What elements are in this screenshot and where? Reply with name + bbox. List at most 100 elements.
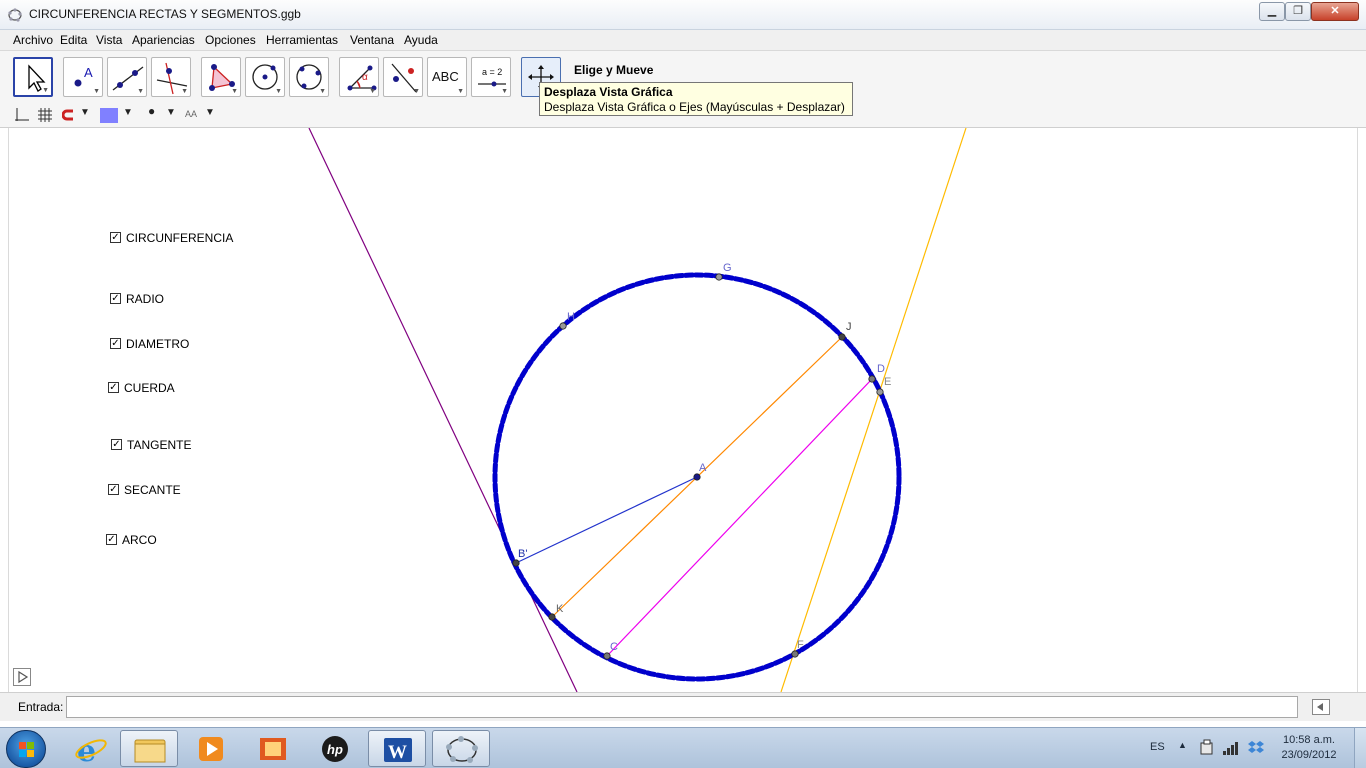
start-button[interactable] [6,730,46,768]
checkbox-box[interactable]: ✓ [108,484,119,495]
circle-tool-button[interactable]: ▼ [245,57,285,97]
graphics-view[interactable]: A B' C D E F G H J K ✓ CIRCUNFERENCIA ✓ RADIO ✓ DIAM… [8,128,1358,692]
checkbox-box[interactable]: ✓ [110,338,121,349]
menu-herramientas[interactable]: Herramientas [266,33,338,47]
title-bar: CIRCUNFERENCIA RECTAS Y SEGMENTOS.ggb ▁ … [0,0,1366,30]
tool-help: Elige y Mueve [574,63,653,77]
text-tool-button[interactable]: ABC ▼ [427,57,467,97]
close-button[interactable]: ✕ [1311,2,1359,21]
chord-segment[interactable] [606,378,873,657]
radius-segment[interactable] [515,476,698,564]
slider-tool-button[interactable]: a = 2 ▼ [471,57,511,97]
show-desktop-button[interactable] [1354,728,1366,768]
taskbar-internet-explorer[interactable]: e [62,730,120,768]
tangent-line[interactable] [308,128,578,692]
animation-play-button[interactable] [13,668,31,686]
point-label-d: D [877,363,885,375]
menu-ventana[interactable]: Ventana [350,33,394,47]
point-label-j: J [846,321,852,333]
magnet-snap-icon[interactable] [62,108,76,122]
input-label: Entrada: [18,700,64,714]
menu-ayuda[interactable]: Ayuda [404,33,438,47]
chevron-down-icon[interactable]: ▼ [123,107,133,118]
angle-tool-button[interactable]: α ▼ [339,57,379,97]
point-d[interactable] [868,375,876,383]
menu-opciones[interactable]: Opciones [205,33,256,47]
checkbox-box[interactable]: ✓ [106,534,117,545]
reflect-tool-button[interactable]: ▼ [383,57,423,97]
media-player-icon [199,737,223,761]
tool-tooltip: Desplaza Vista Gráfica Desplaza Vista Gr… [539,82,853,116]
maximize-button[interactable]: ❐ [1285,2,1311,21]
taskbar-app-orange[interactable] [244,730,302,767]
tooltip-title: Desplaza Vista Gráfica [544,85,673,99]
play-icon [18,670,29,684]
input-help-button[interactable] [1312,699,1330,715]
menu-archivo[interactable]: Archivo [13,33,53,47]
point-label-e: E [884,376,891,388]
perpendicular-tool-button[interactable]: ▼ [151,57,191,97]
chevron-down-icon[interactable]: ▼ [205,107,215,118]
move-tool-button[interactable]: ▼ [13,57,53,97]
polygon-tool-button[interactable]: ▼ [201,57,241,97]
menu-bar: Archivo Edita Vista Apariencias Opciones… [0,30,1366,51]
window-title: CIRCUNFERENCIA RECTAS Y SEGMENTOS.ggb [29,7,301,21]
point-a[interactable] [693,473,701,481]
taskbar-word[interactable]: W [368,730,426,767]
grid-toggle-icon[interactable] [37,107,53,123]
checkbox-box[interactable]: ✓ [110,293,121,304]
point-k[interactable] [548,613,556,621]
point-j[interactable] [838,333,846,341]
tooltip-text: Desplaza Vista Gráfica o Ejes (Mayúscula… [544,100,845,114]
svg-text:hp: hp [327,742,343,757]
point-h[interactable] [559,322,567,330]
point-e[interactable] [876,388,884,396]
checkbox-label: SECANTE [124,483,181,497]
tray-expand-icon[interactable]: ▲ [1178,740,1187,750]
language-indicator[interactable]: ES [1150,741,1165,753]
svg-text:e: e [77,734,96,767]
circle-three-points-tool-button[interactable]: ▼ [289,57,329,97]
secant-line[interactable] [780,128,967,692]
input-bar: Entrada: [0,692,1366,721]
checkbox-box[interactable]: ✓ [111,439,122,450]
color-swatch-icon[interactable] [100,108,118,123]
point-tool-button[interactable]: A ▼ [63,57,103,97]
axes-toggle-icon[interactable] [14,107,30,123]
geogebra-icon [446,736,478,763]
menu-apariencias[interactable]: Apariencias [132,33,195,47]
action-center-icon[interactable] [1199,739,1215,757]
menu-vista[interactable]: Vista [96,33,122,47]
point-label-k: K [556,603,564,615]
menu-edita[interactable]: Edita [60,33,87,47]
chevron-down-icon: ▼ [42,87,49,94]
point-f[interactable] [791,650,799,658]
line-tool-button[interactable]: ▼ [107,57,147,97]
point-b[interactable] [512,559,520,567]
taskbar-hp[interactable]: hp [306,730,364,767]
chevron-down-icon: ▼ [181,88,188,95]
taskbar-explorer[interactable] [120,730,178,767]
point-label-c: C [610,641,618,653]
chevron-down-icon[interactable]: ▼ [80,107,90,118]
point-g[interactable] [715,273,723,281]
network-signal-icon[interactable] [1222,740,1240,756]
taskbar-geogebra[interactable] [432,730,490,767]
geogebra-window: CIRCUNFERENCIA RECTAS Y SEGMENTOS.ggb ▁ … [0,0,1366,768]
geometry-canvas[interactable]: A B' C DE F G H J K [9,128,1358,692]
geogebra-app-icon [8,8,22,22]
point-c[interactable] [603,652,611,660]
back-arrow-icon [1317,703,1323,711]
input-field[interactable] [66,696,1298,718]
taskbar-media-player[interactable] [182,730,240,767]
clock[interactable]: 10:58 a.m. 23/09/2012 [1274,733,1344,763]
checkbox-box[interactable]: ✓ [108,382,119,393]
checkbox-box[interactable]: ✓ [110,232,121,243]
minimize-button[interactable]: ▁ [1259,2,1285,21]
font-size-icon[interactable]: AA [185,109,197,119]
taskbar: e hp W ES ▲ 10:58 a.m. 23/09/2012 [0,727,1366,768]
dropbox-icon[interactable] [1247,739,1265,757]
chevron-down-icon: ▼ [369,88,376,95]
chevron-down-icon[interactable]: ▼ [166,107,176,118]
point-style-icon[interactable]: ● [148,104,155,118]
